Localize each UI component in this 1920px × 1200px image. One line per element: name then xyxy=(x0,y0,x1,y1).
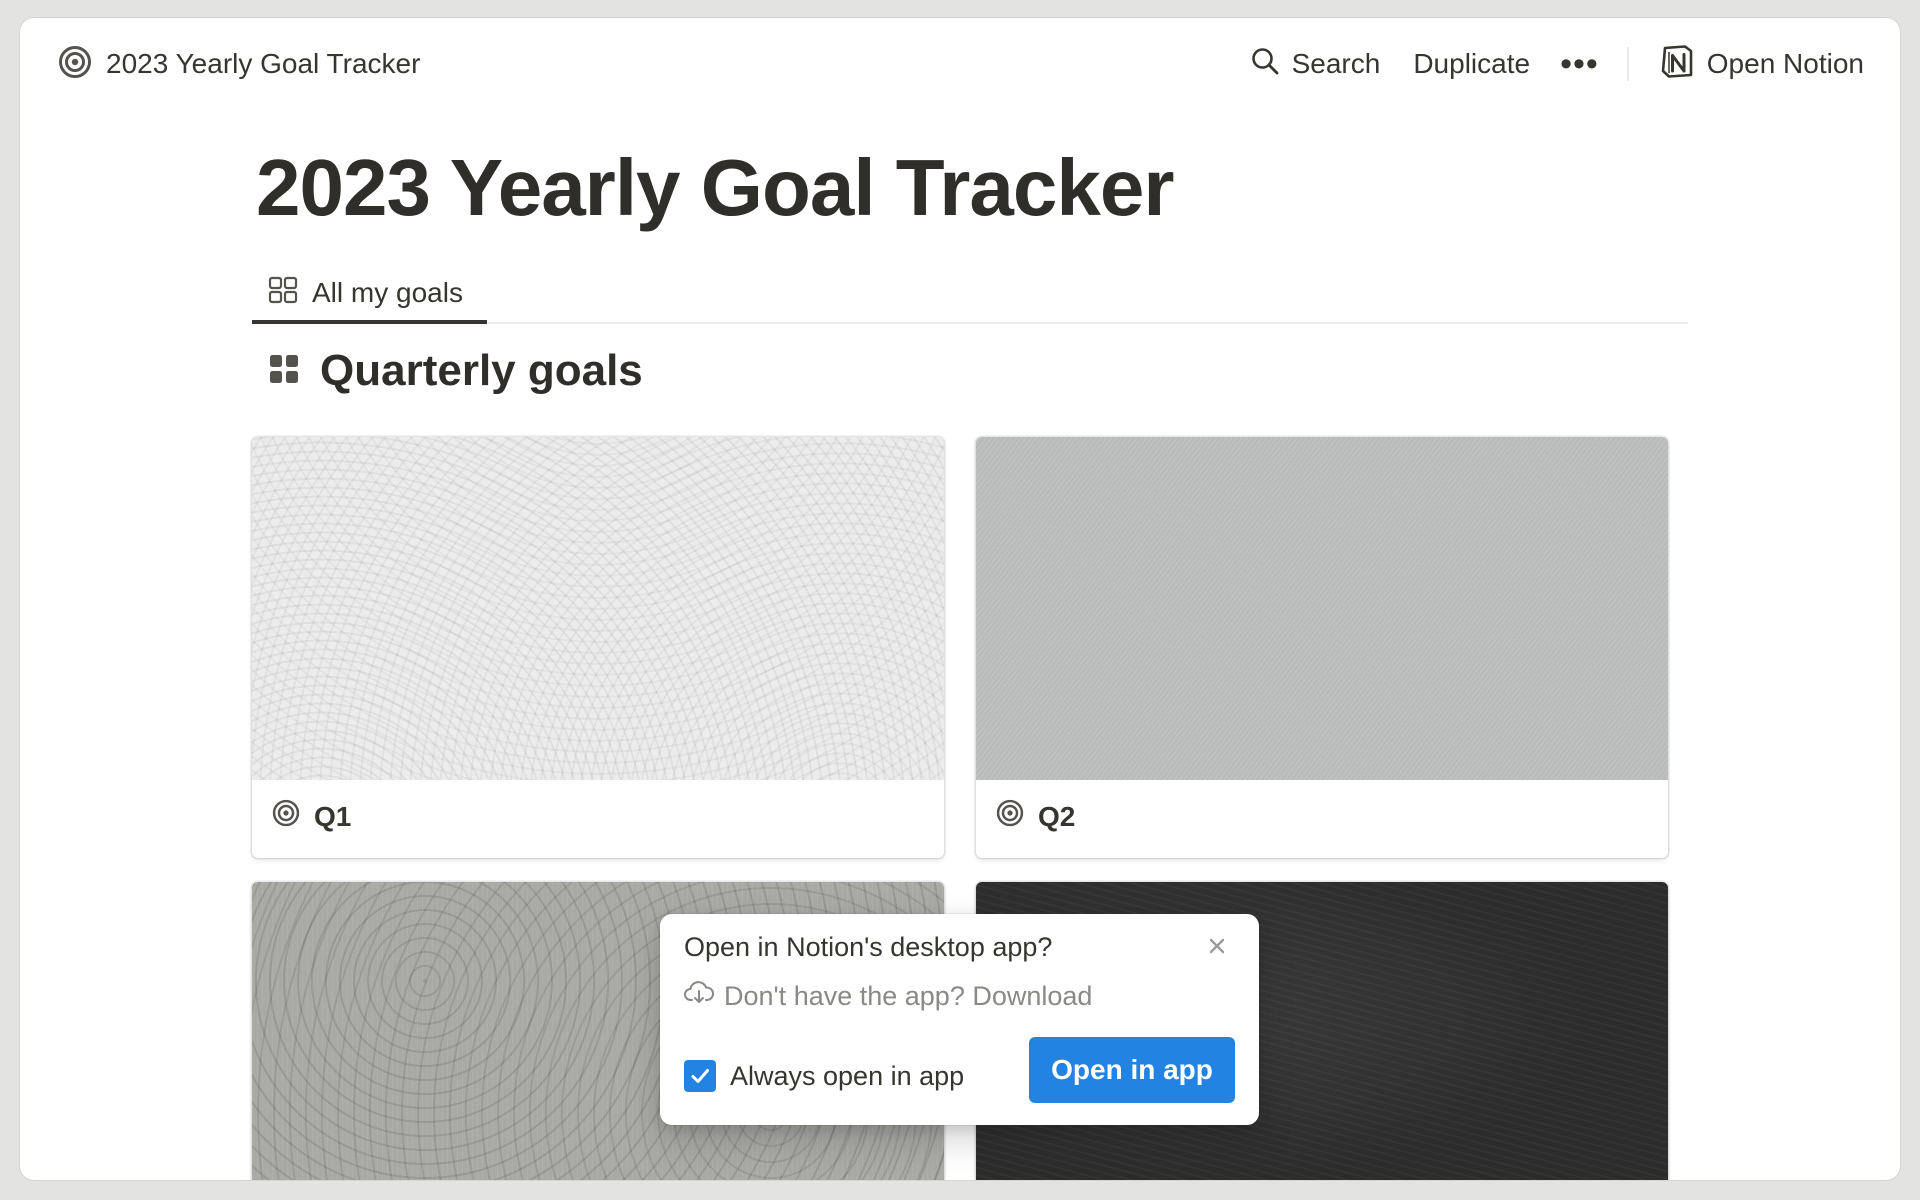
close-icon xyxy=(1208,937,1226,960)
search-button[interactable]: Search xyxy=(1250,46,1381,83)
search-label: Search xyxy=(1291,48,1381,79)
section-title: Quarterly goals xyxy=(320,346,643,395)
page-title: 2023 Yearly Goal Tracker xyxy=(256,143,1174,232)
open-notion-label: Open Notion xyxy=(1706,48,1864,79)
dialog-title: Open in Notion's desktop app? xyxy=(684,932,1053,962)
open-notion-button[interactable]: Open Notion xyxy=(1659,43,1864,86)
card-title: Q1 xyxy=(314,800,352,832)
download-text: Don't have the app? Download xyxy=(724,981,1093,1011)
card-cover-image xyxy=(252,437,944,780)
duplicate-label: Duplicate xyxy=(1413,48,1531,79)
active-tab-indicator xyxy=(252,320,487,324)
duplicate-button[interactable]: Duplicate xyxy=(1413,48,1530,80)
gallery-grid-icon xyxy=(268,353,300,390)
card-caption: Q1 xyxy=(272,799,351,834)
gallery-view-icon xyxy=(268,275,298,312)
always-open-checkbox[interactable]: Always open in app xyxy=(684,1060,964,1092)
breadcrumb-title[interactable]: 2023 Yearly Goal Tracker xyxy=(106,48,420,80)
view-tabs: All my goals xyxy=(252,264,1688,324)
card-caption: Q2 xyxy=(996,799,1075,834)
download-link[interactable]: Don't have the app? Download xyxy=(684,980,1092,1013)
browser-window: 2023 Yearly Goal Tracker Search Duplicat… xyxy=(20,18,1900,1180)
tab-all-my-goals[interactable]: All my goals xyxy=(252,264,479,322)
notion-logo-icon xyxy=(1659,43,1695,86)
target-icon xyxy=(58,45,92,84)
breadcrumb[interactable]: 2023 Yearly Goal Tracker xyxy=(58,45,420,84)
cloud-download-icon xyxy=(684,980,714,1013)
close-button[interactable] xyxy=(1203,934,1231,962)
always-open-label: Always open in app xyxy=(730,1060,965,1091)
gallery-card-q1[interactable]: Q1 xyxy=(252,437,944,858)
top-actions: Search Duplicate ••• Open Notion xyxy=(1250,44,1864,84)
tab-label: All my goals xyxy=(312,277,463,308)
gallery-card-q2[interactable]: Q2 xyxy=(976,437,1668,858)
card-cover-image xyxy=(976,437,1668,780)
open-in-app-dialog: Open in Notion's desktop app? Don't have… xyxy=(660,914,1259,1125)
divider xyxy=(1626,47,1629,81)
target-icon xyxy=(996,799,1024,834)
checkbox-checked-icon xyxy=(684,1060,716,1092)
search-icon xyxy=(1250,46,1280,83)
more-options-button[interactable]: ••• xyxy=(1560,47,1599,81)
target-icon xyxy=(272,799,300,834)
section-header: Quarterly goals xyxy=(268,346,643,396)
open-in-app-button[interactable]: Open in app xyxy=(1029,1037,1235,1103)
card-title: Q2 xyxy=(1038,800,1076,832)
top-bar: 2023 Yearly Goal Tracker Search Duplicat… xyxy=(20,18,1900,110)
